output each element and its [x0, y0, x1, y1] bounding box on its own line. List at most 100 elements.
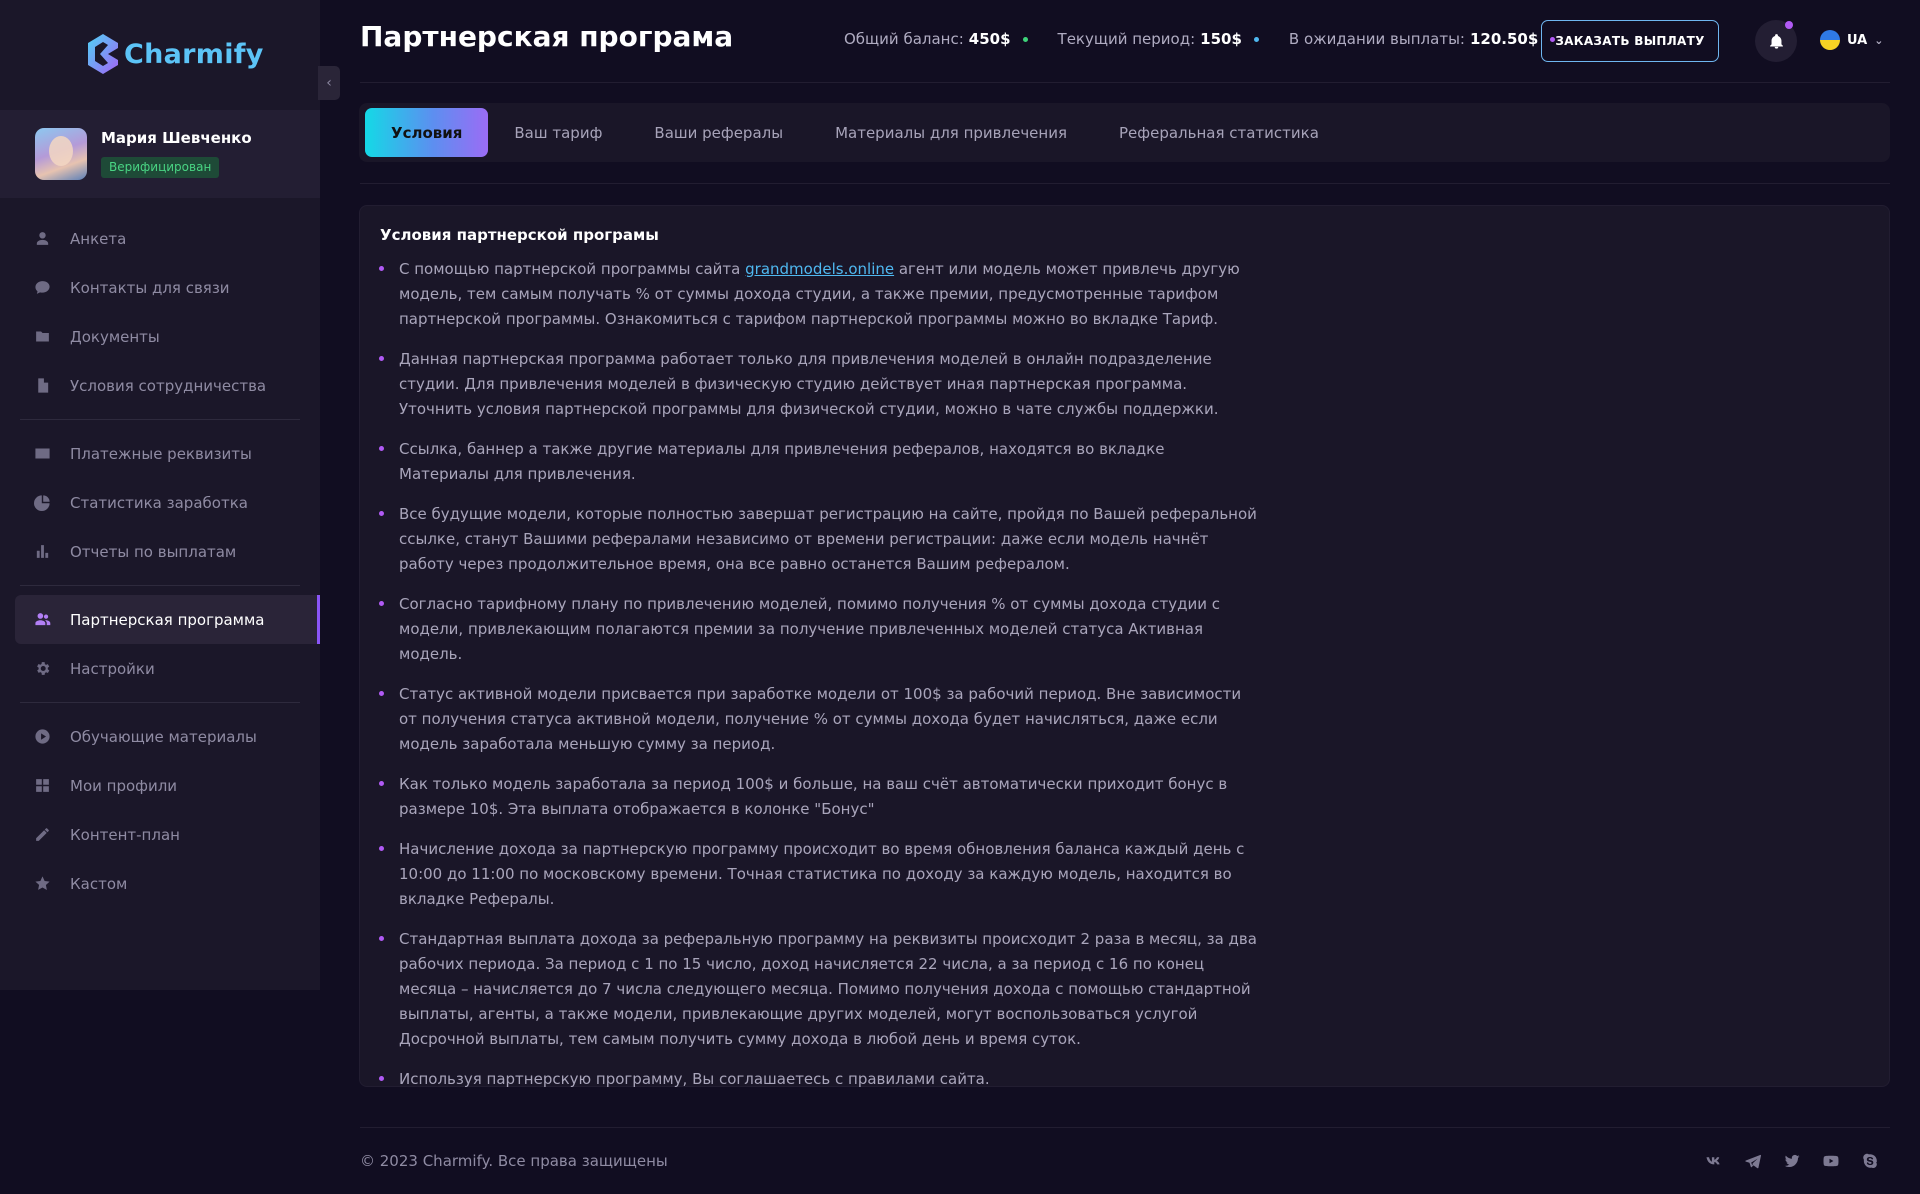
- sidebar-item[interactable]: Настройки: [0, 644, 320, 693]
- collapse-sidebar-button[interactable]: ‹: [318, 66, 340, 100]
- user-card[interactable]: Мария Шевченко Верифицирован: [0, 110, 320, 198]
- sidebar-item-label: Контакты для связи: [70, 278, 230, 297]
- header-divider: [360, 82, 1890, 83]
- terms-card: Условия партнерской програмы С помощью п…: [359, 205, 1890, 1088]
- sidebar-item[interactable]: Мои профили: [0, 761, 320, 810]
- sidebar-item[interactable]: Партнерская программа: [15, 595, 320, 644]
- stat-value: 150$: [1200, 30, 1242, 48]
- list-item: С помощью партнерской программы сайта gr…: [379, 257, 1259, 332]
- sidebar-item-label: Условия сотрудничества: [70, 376, 267, 395]
- status-dot: [1022, 36, 1028, 42]
- sidebar-menu: Анкета Контакты для связи Документы Условия…: [0, 214, 320, 908]
- star-icon: [34, 875, 51, 892]
- sidebar-item[interactable]: Платежные реквизиты: [0, 429, 320, 478]
- avatar[interactable]: [35, 128, 87, 180]
- site-link[interactable]: grandmodels.online: [745, 260, 894, 278]
- user-name: Мария Шевченко: [101, 129, 252, 147]
- notification-dot: [1785, 21, 1793, 29]
- card-icon: [34, 445, 51, 462]
- status-badge: Верифицирован: [101, 157, 220, 178]
- tab-referral-stats[interactable]: Реферальная статистика: [1093, 108, 1345, 157]
- menu-divider: [20, 419, 300, 420]
- language-code: UA: [1847, 32, 1868, 48]
- logo-text: Charmify: [124, 38, 264, 70]
- chevron-left-icon: ‹: [326, 75, 332, 91]
- sidebar-item[interactable]: Анкета: [0, 214, 320, 263]
- grid-icon: [34, 777, 51, 794]
- skype-icon[interactable]: [1861, 1152, 1879, 1170]
- status-dot: [1253, 36, 1259, 42]
- telegram-icon[interactable]: [1744, 1152, 1762, 1170]
- terms-title: Условия партнерской програмы: [380, 226, 659, 244]
- list-item: Начисление дохода за партнерскую програм…: [379, 837, 1259, 912]
- copyright: © 2023 Charmify. Все права защищены: [360, 1152, 668, 1170]
- list-item: Согласно тарифному плану по привлечению …: [379, 592, 1259, 667]
- sidebar-item[interactable]: Документы: [0, 312, 320, 361]
- gear-icon: [34, 660, 51, 677]
- play-icon: [34, 728, 51, 745]
- sidebar-item-label: Отчеты по выплатам: [70, 542, 237, 561]
- list-item: Данная партнерская программа работает то…: [379, 347, 1259, 422]
- sidebar-item-label: Обучающие материалы: [70, 727, 257, 746]
- list-item: Как только модель заработала за период 1…: [379, 772, 1259, 822]
- stat-label: В ожидании выплаты:: [1288, 30, 1465, 48]
- tab-materials[interactable]: Материалы для привлечения: [809, 108, 1093, 157]
- user-icon: [34, 230, 51, 247]
- sidebar: Charmify Мария Шевченко Верифицирован Ан…: [0, 0, 320, 990]
- sidebar-item-label: Кастом: [70, 874, 128, 893]
- menu-divider: [20, 702, 300, 703]
- tab-referrals[interactable]: Ваши рефералы: [628, 108, 809, 157]
- social-links: [1705, 1152, 1879, 1170]
- sidebar-item[interactable]: Условия сотрудничества: [0, 361, 320, 410]
- logo-icon: [88, 34, 118, 74]
- list-item: Статус активной модели присвается при за…: [379, 682, 1259, 757]
- sidebar-item-label: Платежные реквизиты: [70, 444, 252, 463]
- sidebar-item-label: Анкета: [70, 229, 127, 248]
- stat-value: 120.50$: [1469, 30, 1539, 48]
- list-item: Стандартная выплата дохода за реферальну…: [379, 927, 1259, 1052]
- order-payout-button[interactable]: ЗАКАЗАТЬ ВЫПЛАТУ: [1541, 20, 1719, 62]
- youtube-icon[interactable]: [1822, 1152, 1840, 1170]
- total-balance: Общий баланс: 450$: [844, 30, 1028, 48]
- users-icon: [34, 611, 51, 628]
- sidebar-item[interactable]: Контакты для связи: [0, 263, 320, 312]
- tab-tariff[interactable]: Ваш тариф: [488, 108, 628, 157]
- list-item: Все будущие модели, которые полностью за…: [379, 502, 1259, 577]
- chevron-down-icon: ⌄: [1874, 33, 1884, 47]
- bar-chart-icon: [34, 543, 51, 560]
- sidebar-item[interactable]: Кастом: [0, 859, 320, 908]
- notifications-button[interactable]: [1755, 20, 1797, 62]
- tabs-divider: [360, 183, 1890, 184]
- sidebar-item-label: Мои профили: [70, 776, 178, 795]
- list-item: Ссылка, баннер а также другие материалы …: [379, 437, 1259, 487]
- sidebar-item[interactable]: Статистика заработка: [0, 478, 320, 527]
- vk-icon[interactable]: [1705, 1152, 1723, 1170]
- stat-label: Текущий период:: [1057, 30, 1196, 48]
- stat-label: Общий баланс:: [844, 30, 964, 48]
- sidebar-item[interactable]: Обучающие материалы: [0, 712, 320, 761]
- pie-chart-icon: [34, 494, 51, 511]
- logo[interactable]: Charmify: [86, 32, 264, 76]
- page-title: Партнерская програма: [360, 20, 734, 53]
- sidebar-item-label: Документы: [70, 327, 160, 346]
- sidebar-item-label: Статистика заработка: [70, 493, 248, 512]
- file-icon: [34, 377, 51, 394]
- ukraine-flag-icon: [1820, 30, 1840, 50]
- language-selector[interactable]: UA ⌄: [1820, 30, 1883, 50]
- current-period: Текущий период: 150$: [1058, 30, 1259, 48]
- terms-list: С помощью партнерской программы сайта gr…: [379, 257, 1259, 1107]
- sidebar-item-label: Контент-план: [70, 825, 180, 844]
- twitter-icon[interactable]: [1783, 1152, 1801, 1170]
- sidebar-item-label: Настройки: [70, 659, 155, 678]
- pencil-icon: [34, 826, 51, 843]
- balance-stats: Общий баланс: 450$ Текущий период: 150$ …: [844, 30, 1556, 48]
- sidebar-item-label: Партнерская программа: [70, 610, 265, 629]
- pending-payout: В ожидании выплаты: 120.50$: [1288, 30, 1556, 48]
- folder-icon: [34, 328, 51, 345]
- bell-icon: [1769, 33, 1783, 49]
- menu-divider: [20, 585, 300, 586]
- sidebar-item[interactable]: Контент-план: [0, 810, 320, 859]
- sidebar-item[interactable]: Отчеты по выплатам: [0, 527, 320, 576]
- tab-conditions[interactable]: Условия: [365, 108, 489, 157]
- term-text-prefix: С помощью партнерской программы сайта: [399, 260, 746, 278]
